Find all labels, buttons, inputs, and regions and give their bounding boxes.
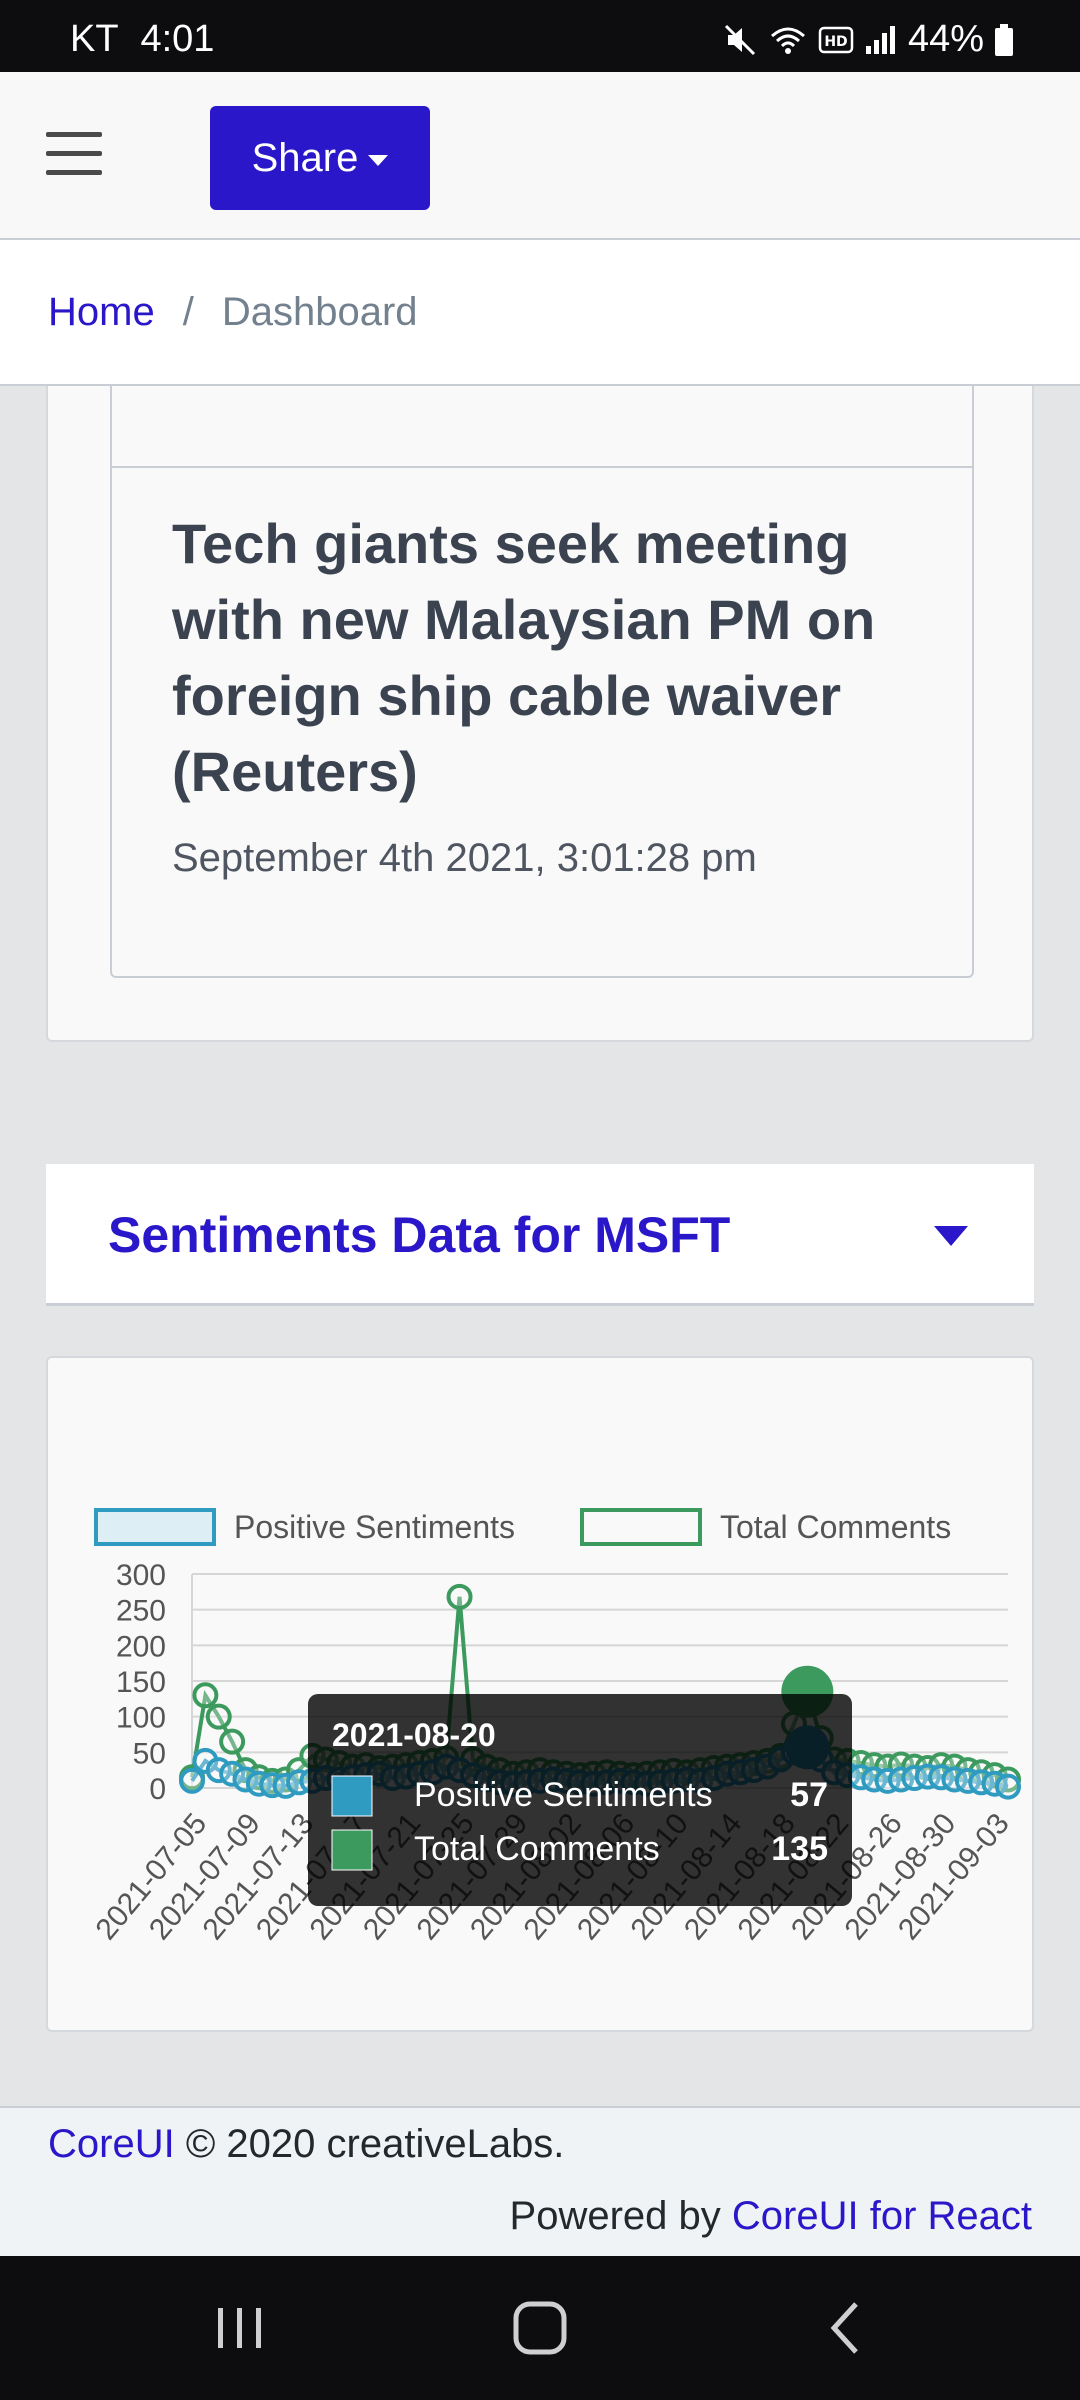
system-nav-bar — [0, 2256, 1080, 2400]
tooltip-value: 135 — [771, 1830, 828, 1868]
y-tick-label: 150 — [116, 1666, 166, 1699]
tooltip-swatch — [331, 1775, 373, 1817]
y-tick-label: 50 — [133, 1737, 166, 1770]
footer-copyright-text: © 2020 creativeLabs. — [185, 2122, 565, 2166]
top-navbar: Share — [0, 72, 1080, 240]
tooltip-swatch — [331, 1829, 373, 1871]
news-divider — [112, 466, 972, 468]
breadcrumb-home-link[interactable]: Home — [48, 290, 155, 335]
status-right: HD 44% — [722, 18, 1014, 61]
sentiments-card-header[interactable]: Sentiments Data for MSFT — [46, 1164, 1034, 1306]
data-point — [219, 1728, 246, 1755]
legend-label-positive: Positive Sentiments — [234, 1509, 515, 1545]
footer: CoreUI © 2020 creativeLabs. Powered by C… — [0, 2106, 1080, 2256]
recent-apps-icon[interactable] — [200, 2296, 280, 2360]
y-tick-label: 100 — [116, 1702, 166, 1735]
data-point — [192, 1682, 219, 1709]
home-icon[interactable] — [500, 2296, 580, 2360]
data-point — [995, 1773, 1021, 1800]
caret-down-icon — [368, 154, 389, 166]
news-timestamp: September 4th 2021, 3:01:28 pm — [172, 836, 757, 880]
collapse-caret-icon[interactable] — [934, 1226, 968, 1246]
tooltip-value: 57 — [790, 1776, 828, 1814]
sentiments-line-chart[interactable]: Positive Sentiments Total Comments0501001… — [48, 1358, 1036, 2034]
battery-icon — [995, 23, 1013, 56]
data-point — [205, 1703, 232, 1730]
data-point — [179, 1767, 205, 1794]
status-bar: KT 4:01 HD 44% — [0, 0, 1080, 72]
footer-powered-prefix: Powered by — [509, 2194, 721, 2238]
data-point — [446, 1583, 473, 1610]
share-dropdown-button[interactable]: Share — [210, 106, 430, 210]
footer-powered-link[interactable]: CoreUI for React — [732, 2194, 1032, 2238]
y-tick-label: 0 — [149, 1773, 166, 1806]
hd-icon: HD — [818, 26, 854, 53]
battery-percent: 44% — [907, 18, 984, 60]
y-tick-label: 300 — [116, 1559, 166, 1592]
legend-label-total: Total Comments — [720, 1509, 951, 1545]
news-item[interactable]: Tech giants seek meeting with new Malays… — [110, 386, 974, 978]
clock: 4:01 — [140, 18, 215, 60]
share-label: Share — [251, 135, 359, 180]
news-title: Tech giants seek meeting with new Malays… — [172, 512, 876, 803]
signal-icon — [865, 25, 895, 54]
svg-text:HD: HD — [824, 34, 847, 50]
back-icon[interactable] — [806, 2296, 886, 2360]
status-carrier-time: KT 4:01 — [70, 18, 214, 61]
breadcrumb-separator: / — [182, 289, 194, 334]
footer-brand-link[interactable]: CoreUI — [48, 2122, 175, 2166]
sentiments-title: Sentiments Data for MSFT — [108, 1207, 731, 1263]
footer-copyright: CoreUI © 2020 creativeLabs. — [48, 2122, 564, 2167]
breadcrumb: Home / Dashboard — [0, 240, 1080, 386]
news-card: Tech giants seek meeting with new Malays… — [46, 386, 1034, 1042]
breadcrumb-current: Dashboard — [221, 289, 418, 334]
sentiments-chart-card: Positive Sentiments Total Comments 0 50 100 1… — [46, 1356, 1034, 2032]
legend-swatch-total — [580, 1508, 702, 1546]
legend-swatch-positive — [94, 1508, 216, 1546]
tooltip-label: Total Comments — [414, 1830, 660, 1868]
footer-powered: Powered by CoreUI for React — [510, 2194, 1032, 2239]
menu-toggle-icon[interactable] — [46, 132, 102, 176]
y-tick-label: 200 — [116, 1630, 166, 1663]
tooltip-date: 2021-08-20 — [332, 1717, 496, 1753]
mute-icon — [724, 24, 755, 55]
y-tick-label: 250 — [116, 1595, 166, 1628]
carrier-label: KT — [70, 18, 118, 60]
tooltip-label: Positive Sentiments — [414, 1776, 713, 1814]
wifi-icon — [770, 27, 805, 54]
